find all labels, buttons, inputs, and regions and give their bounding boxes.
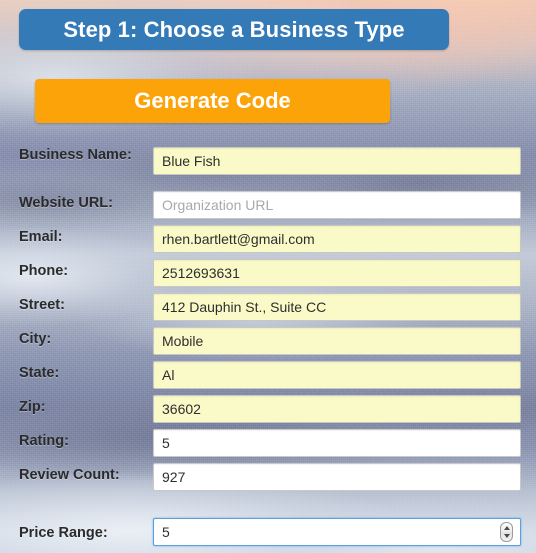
input-price-range[interactable] [153,518,521,546]
input-business-name[interactable] [153,147,521,175]
input-review-count[interactable] [153,463,521,491]
input-city[interactable] [153,327,521,355]
label-state: State: [19,365,60,381]
label-business-name: Business Name: [19,147,132,163]
stepper-down-icon[interactable] [503,534,510,538]
label-phone: Phone: [19,263,69,279]
stepper-control[interactable] [500,522,513,542]
input-street[interactable] [153,293,521,321]
label-website-url: Website URL: [19,195,113,211]
page-root: Step 1: Choose a Business Type Generate … [0,0,536,553]
label-rating: Rating: [19,433,69,449]
input-zip[interactable] [153,395,521,423]
input-email[interactable] [153,225,521,253]
label-review-count: Review Count: [19,467,120,483]
business-form: Business Name: Website URL: Email: Phone: St… [0,140,536,548]
label-zip: Zip: [19,399,46,415]
label-price-range: Price Range: [19,525,108,541]
label-street: Street: [19,297,65,313]
input-state[interactable] [153,361,521,389]
label-email: Email: [19,229,63,245]
page-title: Step 1: Choose a Business Type [19,9,449,50]
input-rating[interactable] [153,429,521,457]
input-phone[interactable] [153,259,521,287]
generate-code-button[interactable]: Generate Code [35,79,390,123]
label-city: City: [19,331,52,347]
stepper-up-icon[interactable] [503,526,510,530]
number-stepper-price-range[interactable] [500,522,513,542]
input-website-url[interactable] [153,191,521,219]
